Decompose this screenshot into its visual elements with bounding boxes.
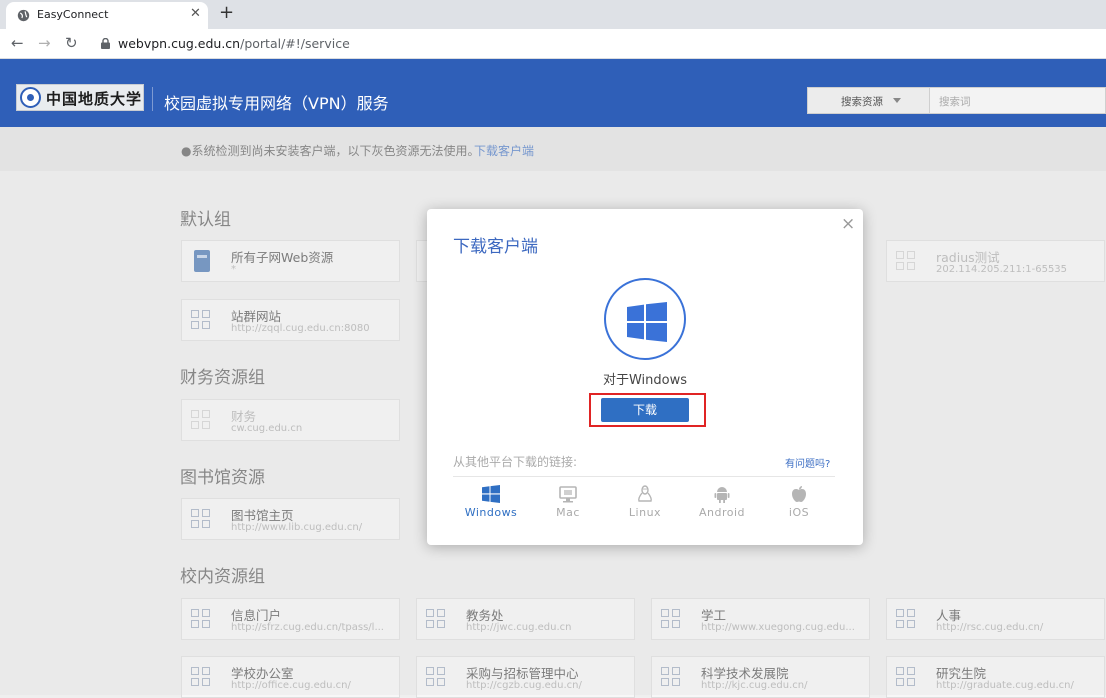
search-type-label: 搜索资源 [841, 96, 883, 108]
apple-icon [792, 486, 806, 502]
platform-name: Mac [556, 506, 580, 519]
browser-tab-bar: EasyConnect ✕ + [0, 0, 1106, 29]
divider [453, 476, 835, 477]
platform-mac[interactable]: Mac [530, 485, 606, 519]
close-icon[interactable]: × [841, 214, 855, 234]
platform-windows[interactable]: Windows [453, 485, 529, 519]
android-icon [714, 487, 730, 503]
logo-text: 中国地质大学 [46, 90, 143, 108]
site-header: 中国地质大学 校园虚拟专用网络（VPN）服务 搜索资源 搜索词 [0, 59, 1106, 127]
help-link[interactable]: 有问题吗? [785, 455, 830, 470]
url-path: /portal/#!/service [240, 36, 350, 51]
address-bar: ← → ↻ webvpn.cug.edu.cn/portal/#!/servic… [0, 29, 1106, 59]
back-icon[interactable]: ← [11, 34, 24, 52]
new-tab-button[interactable]: + [219, 2, 234, 23]
globe-icon [17, 9, 30, 22]
tab-close-icon[interactable]: ✕ [190, 6, 201, 21]
windows-platform-badge [604, 278, 686, 360]
lock-icon[interactable] [101, 38, 110, 49]
browser-tab[interactable]: EasyConnect ✕ [6, 2, 208, 29]
linux-icon [638, 485, 652, 502]
platform-linux[interactable]: Linux [607, 485, 683, 519]
other-platforms-label: 从其他平台下载的链接: [453, 455, 578, 469]
university-seal-icon [20, 87, 41, 108]
url-host: webvpn.cug.edu.cn [118, 36, 241, 51]
windows-icon [482, 485, 500, 503]
platform-name: iOS [788, 506, 810, 519]
platform-name: Android [698, 506, 746, 519]
page-title: 校园虚拟专用网络（VPN）服务 [164, 94, 389, 113]
platform-name: Windows [464, 506, 518, 519]
platform-caption: 对于Windows [602, 373, 688, 388]
forward-icon[interactable]: → [38, 34, 51, 52]
caret-down-icon [893, 98, 901, 103]
header-divider [152, 87, 153, 111]
search-type-select[interactable]: 搜索资源 [807, 87, 930, 114]
platform-name: Linux [628, 506, 662, 519]
dialog-title: 下载客户端 [453, 237, 538, 257]
tab-title: EasyConnect [37, 8, 109, 21]
url-field[interactable]: webvpn.cug.edu.cn/portal/#!/service [118, 36, 350, 51]
download-client-dialog: × 下载客户端 对于Windows 下载 从其他平台下载的链接: 有问题吗? W… [427, 209, 863, 545]
search-input[interactable]: 搜索词 [930, 87, 1106, 114]
platform-ios[interactable]: iOS [761, 485, 837, 519]
platform-android[interactable]: Android [684, 485, 760, 519]
university-logo: 中国地质大学 [16, 84, 144, 111]
reload-icon[interactable]: ↻ [65, 34, 78, 52]
windows-icon [627, 302, 667, 342]
download-button[interactable]: 下载 [601, 398, 689, 422]
mac-icon [559, 486, 577, 503]
